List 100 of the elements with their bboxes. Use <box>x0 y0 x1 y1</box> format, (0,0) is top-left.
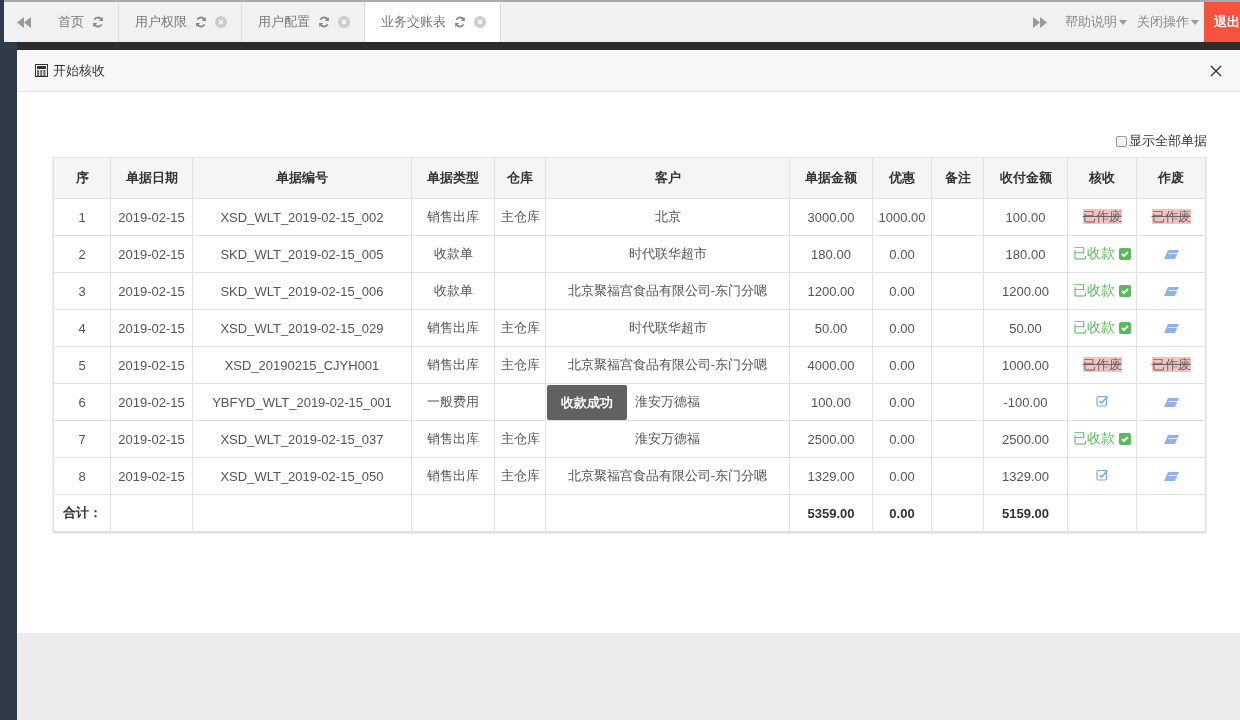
table-cell: 100.00 <box>789 383 873 421</box>
dropdown-menu[interactable]: 帮助说明 <box>1060 2 1132 42</box>
eraser-icon[interactable] <box>1163 471 1179 481</box>
table-cell: 1200.00 <box>983 272 1068 310</box>
total-cell: 0.00 <box>872 494 932 532</box>
table-cell: 2019-02-15 <box>110 272 193 310</box>
received-status: 已收款 <box>1073 282 1131 300</box>
show-all-checkbox[interactable]: 显示全部单据 <box>1116 132 1207 150</box>
table-cell: 收款单 <box>411 235 495 273</box>
table-cell: 6 <box>53 383 111 421</box>
table-cell: 主仓库 <box>494 457 546 495</box>
close-icon[interactable] <box>474 16 486 28</box>
checkbox-checked-icon <box>1119 248 1131 260</box>
table-cell: 主仓库 <box>494 346 546 384</box>
tab-label: 首页 <box>58 13 84 31</box>
checkbox-checked-icon <box>1119 322 1131 334</box>
table-cell: 时代联华超市 <box>545 235 790 273</box>
tab[interactable]: 业务交账表 <box>365 2 501 42</box>
table-cell: 4 <box>53 309 111 347</box>
refresh-icon[interactable] <box>318 16 330 28</box>
table-cell: XSD_WLT_2019-02-15_050 <box>192 457 412 495</box>
table-cell: 8 <box>53 457 111 495</box>
table-cell: 销售出库 <box>411 309 495 347</box>
table-cell: 0.00 <box>872 272 932 310</box>
table-cell: XSD_WLT_2019-02-15_002 <box>192 198 412 236</box>
table-cell: 1200.00 <box>789 272 873 310</box>
table-cell: 一般费用 <box>411 383 495 421</box>
check-square-icon[interactable] <box>1095 394 1109 407</box>
check-square-icon[interactable] <box>1095 468 1109 481</box>
eraser-icon[interactable] <box>1163 323 1179 333</box>
caret-icon <box>1119 19 1127 25</box>
column-header: 单据日期 <box>110 157 193 199</box>
logout-button[interactable]: 退出 <box>1204 2 1240 42</box>
column-header: 单据类型 <box>411 157 495 199</box>
double-right-arrow-icon <box>1033 16 1047 28</box>
table-cell: 4000.00 <box>789 346 873 384</box>
table-cell: 2019-02-15 <box>110 198 193 236</box>
column-header: 收付金额 <box>983 157 1068 199</box>
dropdown-menu[interactable]: 关闭操作 <box>1132 2 1204 42</box>
refresh-icon[interactable] <box>454 16 466 28</box>
checkbox-checked-icon <box>1119 433 1131 445</box>
refresh-icon[interactable] <box>195 16 207 28</box>
checkbox-checked-icon <box>1119 285 1131 297</box>
voided-label: 已作废 <box>1082 209 1122 224</box>
toast-message: 收款成功 <box>547 385 627 420</box>
table-cell: 时代联华超市 <box>545 309 790 347</box>
table-cell: 3 <box>53 272 111 310</box>
table-cell: 2019-02-15 <box>110 346 193 384</box>
column-header: 序 <box>53 157 111 199</box>
table-cell: 主仓库 <box>494 420 546 458</box>
table-cell: SKD_WLT_2019-02-15_005 <box>192 235 412 273</box>
table-cell: 0.00 <box>872 420 932 458</box>
voided-label: 已作废 <box>1151 209 1191 224</box>
total-cell: 5359.00 <box>789 494 873 532</box>
table-cell: 0.00 <box>872 457 932 495</box>
table-cell: 180.00 <box>789 235 873 273</box>
table-cell: 主仓库 <box>494 198 546 236</box>
column-header: 核收 <box>1067 157 1137 199</box>
table-cell: 2019-02-15 <box>110 420 193 458</box>
table-cell: 2500.00 <box>789 420 873 458</box>
table-cell: 2019-02-15 <box>110 383 193 421</box>
table-cell: 销售出库 <box>411 346 495 384</box>
table-cell: 1000.00 <box>983 346 1068 384</box>
column-header: 备注 <box>931 157 984 199</box>
column-header: 优惠 <box>872 157 932 199</box>
table-cell: 100.00 <box>983 198 1068 236</box>
table-cell: 2 <box>53 235 111 273</box>
table-cell: YBFYD_WLT_2019-02-15_001 <box>192 383 412 421</box>
column-header: 作废 <box>1136 157 1206 199</box>
table-cell: 5 <box>53 346 111 384</box>
table-cell: 收款单 <box>411 272 495 310</box>
received-status: 已收款 <box>1073 319 1131 337</box>
table-cell: 1329.00 <box>789 457 873 495</box>
table-cell: 0.00 <box>872 383 932 421</box>
double-left-arrow-icon <box>17 16 31 28</box>
table-cell: 1 <box>53 198 111 236</box>
table-cell: 0.00 <box>872 346 932 384</box>
table-cell: 50.00 <box>789 309 873 347</box>
close-icon[interactable] <box>215 16 227 28</box>
eraser-icon[interactable] <box>1163 397 1179 407</box>
table-cell: 北京聚福宫食品有限公司-东门分嗯 <box>545 457 790 495</box>
table-cell: -100.00 <box>983 383 1068 421</box>
table-cell: 180.00 <box>983 235 1068 273</box>
eraser-icon[interactable] <box>1163 286 1179 296</box>
column-header: 客户 <box>545 157 790 199</box>
column-header: 单据编号 <box>192 157 412 199</box>
eraser-icon[interactable] <box>1163 249 1179 259</box>
close-icon[interactable] <box>338 16 350 28</box>
column-header: 仓库 <box>494 157 546 199</box>
table-cell: 0.00 <box>872 235 932 273</box>
refresh-icon[interactable] <box>92 16 104 28</box>
table-cell: XSD_WLT_2019-02-15_037 <box>192 420 412 458</box>
table-cell: XSD_20190215_CJYH001 <box>192 346 412 384</box>
voided-label: 已作废 <box>1082 357 1122 372</box>
caret-icon <box>1191 19 1199 25</box>
eraser-icon[interactable] <box>1163 434 1179 444</box>
table-cell: 北京聚福宫食品有限公司-东门分嗯 <box>545 346 790 384</box>
close-button[interactable] <box>1210 64 1222 77</box>
table-cell: 50.00 <box>983 309 1068 347</box>
tab-label: 用户权限 <box>135 13 187 31</box>
